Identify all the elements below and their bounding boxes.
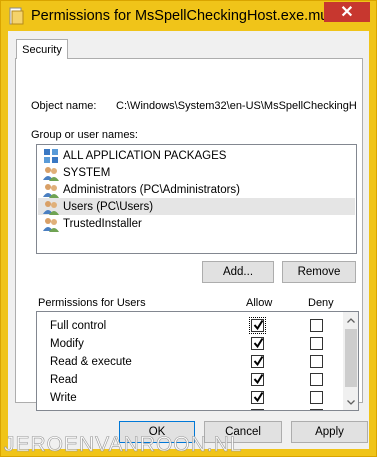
- permission-row-full-control: Full control: [37, 317, 342, 335]
- checkmark-icon: [253, 373, 264, 385]
- users-icon: [43, 217, 59, 232]
- list-item-system[interactable]: SYSTEM: [38, 164, 355, 181]
- list-item-all-application-packages[interactable]: ALL APPLICATION PACKAGES: [38, 147, 355, 164]
- deny-checkbox[interactable]: [310, 373, 323, 386]
- watermark: JEROENVANROON.NL: [4, 433, 243, 457]
- users-icon: [43, 183, 59, 198]
- permission-row-partial: [37, 407, 342, 410]
- permission-name: Read: [50, 374, 78, 386]
- group-names-label: Group or user names:: [31, 129, 138, 141]
- allow-checkbox[interactable]: [251, 391, 264, 404]
- close-icon: ✕: [340, 4, 354, 21]
- permission-row-read-execute: Read & execute: [37, 353, 342, 371]
- permission-name: Full control: [50, 320, 107, 332]
- list-item-users[interactable]: Users (PC\Users): [38, 198, 355, 215]
- list-item-trustedinstaller[interactable]: TrustedInstaller: [38, 215, 355, 232]
- scroll-up-button[interactable]: [343, 312, 358, 328]
- users-icon: [43, 166, 59, 181]
- add-button[interactable]: Add...: [202, 261, 274, 283]
- permission-row-read: Read: [37, 371, 342, 389]
- permission-name: Write: [50, 392, 77, 404]
- deny-column-header: Deny: [308, 297, 334, 309]
- list-item-label: ALL APPLICATION PACKAGES: [63, 149, 227, 162]
- permission-row-write: Write: [37, 389, 342, 407]
- checkmark-icon: [253, 319, 264, 331]
- allow-checkbox[interactable]: [249, 317, 266, 334]
- scroll-down-button[interactable]: [343, 394, 358, 410]
- deny-checkbox[interactable]: [310, 409, 323, 410]
- deny-checkbox[interactable]: [310, 355, 323, 368]
- dialog-body: Security Object name: C:\Windows\System3…: [8, 31, 369, 449]
- scrollbar-thumb[interactable]: [345, 329, 357, 387]
- deny-checkbox[interactable]: [310, 319, 323, 332]
- packages-icon: [44, 148, 58, 163]
- list-item-label: Administrators (PC\Administrators): [63, 183, 241, 196]
- allow-checkbox[interactable]: [251, 355, 264, 368]
- object-name-value: C:\Windows\System32\en-US\MsSpellCheckin…: [116, 100, 357, 112]
- allow-checkbox[interactable]: [251, 409, 264, 410]
- object-name-label: Object name:: [31, 100, 97, 112]
- checkmark-icon: [253, 337, 264, 349]
- list-item-label: SYSTEM: [63, 166, 111, 179]
- permissions-window: Permissions for MsSpellCheckingHost.exe.…: [0, 0, 377, 457]
- users-icon: [43, 200, 59, 215]
- folder-icon: [9, 7, 24, 25]
- tab-security-label: Security: [22, 43, 62, 56]
- remove-button[interactable]: Remove: [282, 261, 356, 283]
- permissions-list[interactable]: Full control Modify Read & execute Read …: [36, 311, 359, 411]
- permission-name: Modify: [50, 338, 84, 350]
- allow-column-header: Allow: [246, 297, 273, 309]
- title-bar[interactable]: Permissions for MsSpellCheckingHost.exe.…: [1, 1, 376, 31]
- group-names-list[interactable]: ALL APPLICATION PACKAGES SYSTEM Administ…: [36, 144, 357, 254]
- permission-row-modify: Modify: [37, 335, 342, 353]
- allow-checkbox[interactable]: [251, 373, 264, 386]
- tab-security[interactable]: Security: [16, 39, 68, 59]
- window-title: Permissions for MsSpellCheckingHost.exe.…: [31, 8, 332, 24]
- list-item-label: Users (PC\Users): [63, 200, 154, 213]
- checkmark-icon: [253, 391, 264, 403]
- chevron-up-icon: [347, 317, 355, 323]
- deny-checkbox[interactable]: [310, 391, 323, 404]
- permissions-label: Permissions for Users: [38, 297, 146, 309]
- deny-checkbox[interactable]: [310, 337, 323, 350]
- chevron-down-icon: [347, 399, 355, 405]
- permissions-scrollbar[interactable]: [343, 312, 358, 410]
- security-tab-panel: Object name: C:\Windows\System32\en-US\M…: [15, 58, 363, 411]
- list-item-label: TrustedInstaller: [63, 217, 142, 230]
- permission-name: Read & execute: [50, 356, 132, 368]
- list-item-administrators[interactable]: Administrators (PC\Administrators): [38, 181, 355, 198]
- close-button[interactable]: ✕: [324, 2, 370, 22]
- apply-button[interactable]: Apply: [291, 421, 368, 443]
- allow-checkbox[interactable]: [251, 337, 264, 350]
- checkmark-icon: [253, 355, 264, 367]
